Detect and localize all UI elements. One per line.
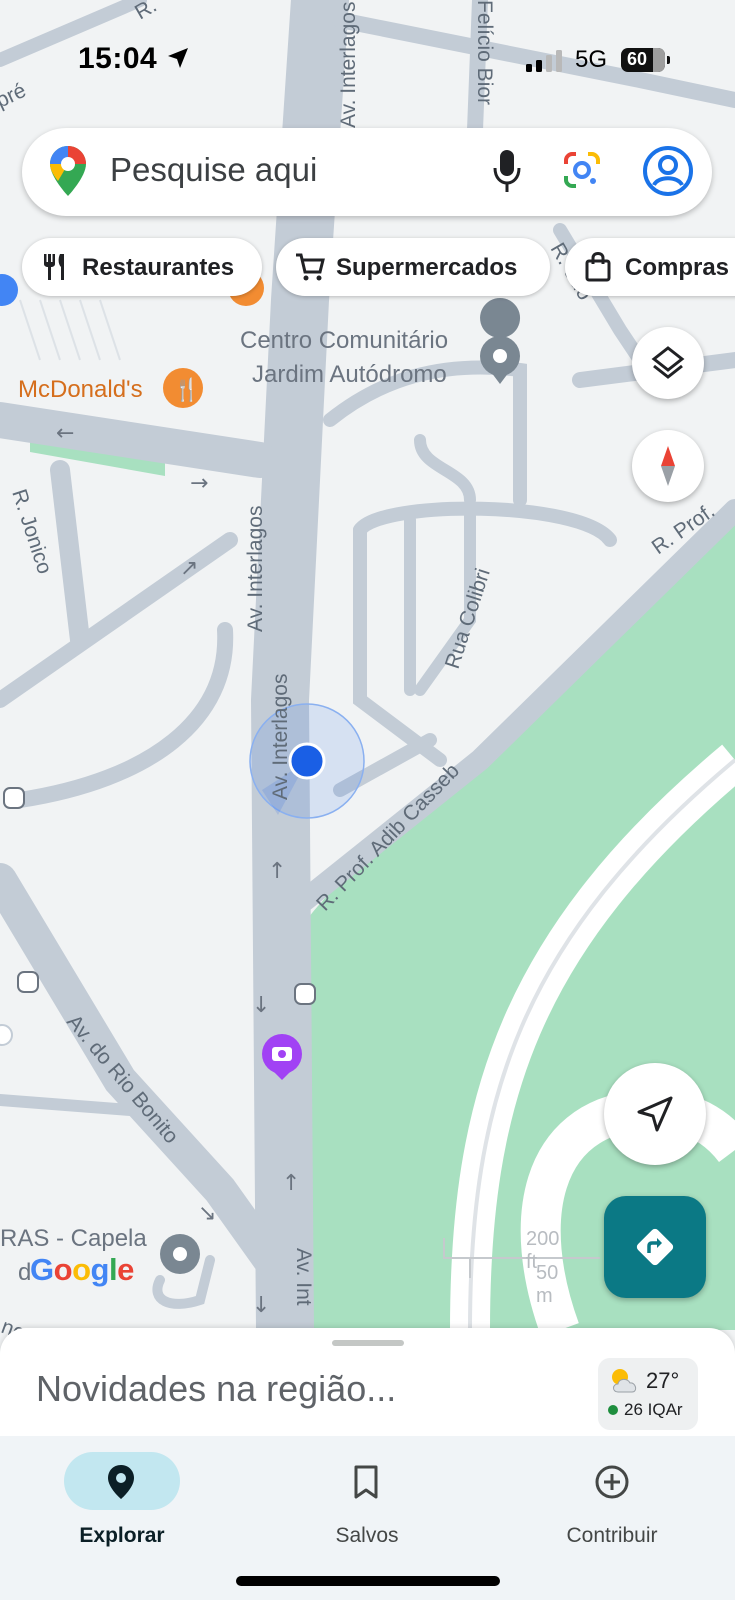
add-circle-icon bbox=[595, 1465, 629, 1499]
chip-label: Supermercados bbox=[336, 254, 518, 281]
my-location-button[interactable] bbox=[604, 1063, 706, 1165]
street-label: Av. Interlagos bbox=[269, 674, 292, 800]
svg-text:↓: ↓ bbox=[252, 993, 270, 1018]
sheet-drag-handle[interactable] bbox=[332, 1340, 404, 1346]
mcdonalds-pin: 🍴 bbox=[163, 368, 203, 408]
chip-label: Compras bbox=[625, 254, 730, 281]
account-icon[interactable] bbox=[642, 145, 694, 197]
my-location-icon bbox=[637, 1096, 673, 1132]
nav-label: Explorar bbox=[79, 1524, 165, 1547]
chip-restaurantes[interactable]: Restaurantes bbox=[22, 238, 262, 296]
shopping-cart-icon bbox=[296, 253, 325, 281]
location-arrow-icon bbox=[168, 48, 188, 68]
nav-label: Contribuir bbox=[566, 1524, 658, 1547]
search-bar[interactable]: Pesquise aqui bbox=[22, 128, 712, 216]
svg-text:←: ← bbox=[56, 421, 74, 446]
svg-text:→: → bbox=[190, 471, 208, 496]
svg-text:🍴: 🍴 bbox=[173, 377, 200, 403]
microphone-icon[interactable] bbox=[492, 148, 522, 194]
fork-knife-icon bbox=[44, 254, 64, 280]
svg-text:↑: ↑ bbox=[268, 859, 286, 884]
compass-icon bbox=[661, 446, 675, 486]
battery-icon: 60 bbox=[621, 48, 670, 72]
google-logo: Google bbox=[30, 1252, 134, 1287]
google-lens-icon[interactable] bbox=[562, 150, 602, 190]
nav-contribuir[interactable]: Contribuir bbox=[512, 1444, 712, 1554]
explore-sheet[interactable]: Novidades na região... 27° 26 IQAr bbox=[0, 1328, 735, 1438]
status-bar: 15:04 5G 60 bbox=[0, 0, 735, 120]
poi-label: Jardim Autódromo bbox=[252, 361, 447, 388]
aqi-dot bbox=[608, 1405, 618, 1415]
directions-button[interactable] bbox=[604, 1196, 706, 1298]
poi-label: McDonald's bbox=[18, 376, 143, 403]
svg-text:↑: ↑ bbox=[282, 1171, 300, 1196]
air-quality: 26 IQAr bbox=[624, 1400, 683, 1419]
svg-text:↗: ↗ bbox=[180, 556, 198, 581]
layers-button[interactable] bbox=[632, 327, 704, 399]
scale-m: 50 m bbox=[536, 1262, 559, 1307]
layers-icon bbox=[651, 346, 685, 379]
shopping-bag-icon bbox=[585, 252, 611, 282]
temperature: 27° bbox=[646, 1368, 680, 1393]
search-input[interactable]: Pesquise aqui bbox=[110, 151, 317, 189]
poi-label: Centro Comunitário bbox=[240, 327, 448, 354]
signal-icon bbox=[526, 50, 562, 72]
nav-label: Salvos bbox=[335, 1524, 399, 1547]
sheet-title: Novidades na região... bbox=[36, 1368, 397, 1409]
bookmark-icon bbox=[354, 1465, 378, 1499]
chip-supermercados[interactable]: Supermercados bbox=[276, 238, 550, 296]
svg-text:↓: ↓ bbox=[252, 1293, 270, 1318]
explore-pin-icon bbox=[108, 1465, 134, 1499]
partly-cloudy-icon bbox=[612, 1369, 637, 1393]
weather-widget[interactable]: 27° 26 IQAr bbox=[598, 1358, 698, 1430]
street-label: Av. Interlagos bbox=[244, 506, 267, 632]
home-indicator[interactable] bbox=[236, 1576, 500, 1586]
poi-label: RAS - Capela bbox=[0, 1225, 147, 1252]
chip-compras[interactable]: Compras bbox=[565, 238, 735, 296]
network-type: 5G bbox=[575, 46, 608, 73]
chip-label: Restaurantes bbox=[82, 254, 235, 281]
capela-pin bbox=[160, 1234, 200, 1274]
nav-explorar[interactable]: Explorar bbox=[22, 1444, 222, 1554]
directions-icon bbox=[636, 1228, 674, 1266]
nav-salvos[interactable]: Salvos bbox=[267, 1444, 467, 1554]
street-label: Av. Int bbox=[292, 1248, 315, 1306]
my-location-dot bbox=[288, 742, 326, 780]
maps-pin-icon bbox=[50, 146, 86, 196]
status-time: 15:04 bbox=[78, 42, 158, 75]
compass-button[interactable] bbox=[632, 430, 704, 502]
svg-text:↘: ↘ bbox=[198, 1201, 216, 1226]
battery-level: 60 bbox=[627, 49, 648, 69]
